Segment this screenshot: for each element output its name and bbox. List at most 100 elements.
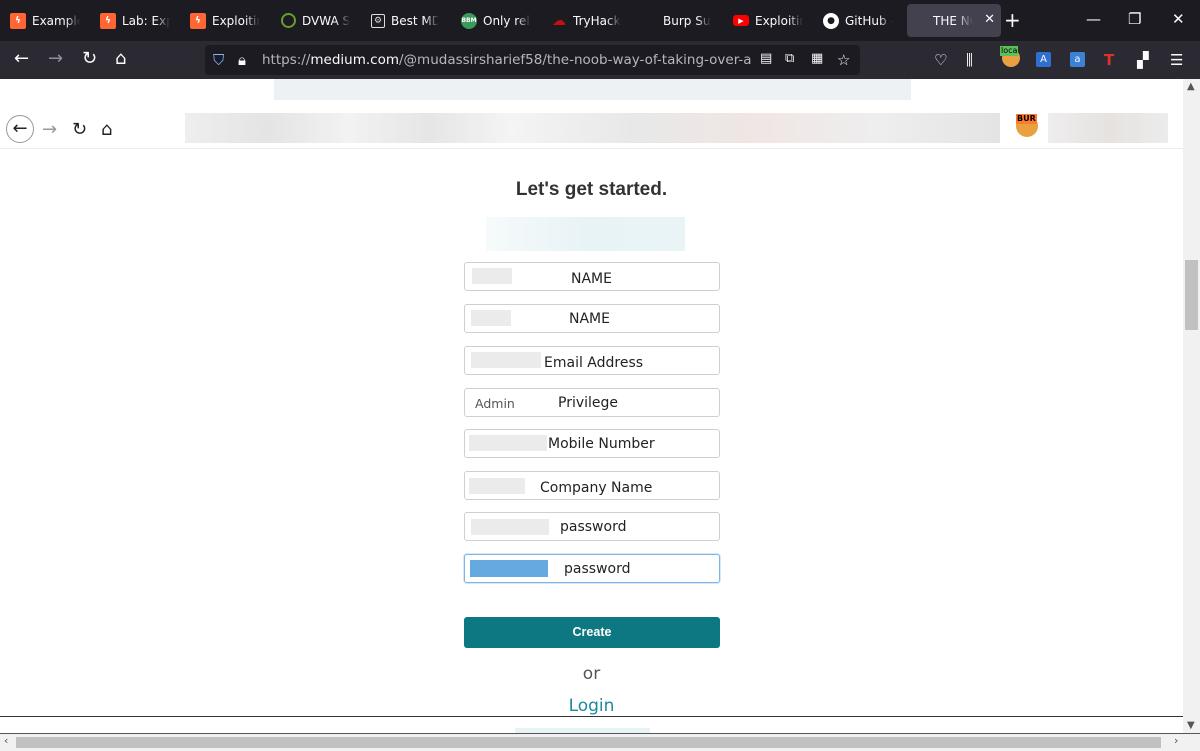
redacted-value <box>471 352 541 368</box>
url-text[interactable]: https://medium.com/@mudassirsharief58/th… <box>262 52 752 68</box>
translator-extension-icon[interactable]: a <box>1070 52 1085 67</box>
field-label: password <box>560 519 627 535</box>
redacted-value <box>471 310 511 326</box>
redacted-value <box>472 268 512 284</box>
window-close-icon[interactable]: ✕ <box>1172 10 1185 28</box>
field-label: NAME <box>571 271 612 287</box>
horizontal-scroll-thumb[interactable] <box>16 737 1161 748</box>
company-name-field[interactable]: Company Name <box>464 471 720 500</box>
mobile-number-field[interactable]: Mobile Number <box>464 429 720 458</box>
redacted-value <box>471 519 549 535</box>
tab-5[interactable]: ⚙ Best MD5 <box>371 4 449 37</box>
redacted-value <box>469 478 525 494</box>
login-link-label[interactable]: Login <box>569 696 615 716</box>
privilege-field[interactable]: Admin Privilege <box>464 388 720 417</box>
close-tab-icon[interactable]: ✕ <box>984 12 995 27</box>
last-name-field[interactable]: NAME <box>464 304 720 333</box>
tampermonkey-extension-icon[interactable]: T <box>1104 51 1114 69</box>
shield-icon[interactable]: ⛉ <box>213 51 224 69</box>
inner-reload-icon[interactable]: ↻ <box>72 119 87 140</box>
burp-lightning-icon: ϟ <box>10 12 26 29</box>
inner-forward-icon[interactable]: → <box>42 119 57 140</box>
translate-icon[interactable]: ⧉ <box>785 51 794 66</box>
screenshot-browser-toolbar: ← → ↻ ⌂ BUR <box>0 110 1183 149</box>
field-label: Company Name <box>540 480 653 496</box>
tab-title: Best MD5 <box>391 13 439 28</box>
scroll-left-icon[interactable]: ‹ <box>4 734 8 747</box>
tab-2[interactable]: ϟ Lab: Explo <box>100 4 178 37</box>
reload-icon[interactable]: ↻ <box>82 49 97 69</box>
tab-title: Burp Suite <box>663 13 711 28</box>
inner-home-icon[interactable]: ⌂ <box>101 119 112 140</box>
new-tab-button[interactable]: + <box>1004 10 1021 30</box>
redacted-subtitle <box>486 217 685 251</box>
scroll-up-icon[interactable]: ▲ <box>1187 81 1195 92</box>
login-link[interactable]: Login <box>0 696 1183 716</box>
selected-redacted-value <box>470 560 548 577</box>
privilege-value: Admin <box>475 396 515 411</box>
page-title: Let's get started. <box>515 179 668 200</box>
or-separator: or <box>582 664 601 684</box>
burp-lightning-icon: ϟ <box>190 12 206 29</box>
scroll-down-icon[interactable]: ▼ <box>1187 720 1195 731</box>
extension-badge: BUR <box>1016 114 1037 124</box>
tab-title: GitHub - p <box>845 13 893 28</box>
pocket-icon[interactable]: ♡ <box>934 51 947 69</box>
tab-active[interactable]: THE NO ✕ <box>907 4 1001 37</box>
menu-icon[interactable]: ☰ <box>1170 51 1183 69</box>
inner-back-icon[interactable]: ← <box>6 115 34 143</box>
home-icon[interactable]: ⌂ <box>115 49 126 69</box>
tab-8[interactable]: Burp Suite <box>641 4 719 37</box>
tab-4[interactable]: DVWA Sec <box>281 4 359 37</box>
youtube-icon: ▶ <box>733 15 749 26</box>
create-button[interactable]: Create <box>464 617 720 648</box>
field-label: NAME <box>569 311 610 327</box>
vertical-scrollbar[interactable] <box>1183 79 1200 733</box>
github-icon: ● <box>823 12 839 29</box>
forward-icon[interactable]: → <box>48 49 63 69</box>
qr-code-icon[interactable]: ▦ <box>811 51 823 66</box>
tab-10[interactable]: ● GitHub - p <box>823 4 901 37</box>
vertical-scroll-thumb[interactable] <box>1185 260 1198 330</box>
field-label: Email Address <box>544 355 644 371</box>
tryhackme-icon: ☁ <box>552 12 566 29</box>
tab-title: TryHackM <box>573 13 621 28</box>
bookmark-star-icon[interactable]: ☆ <box>837 51 850 69</box>
redacted-toolbar-area <box>1048 113 1168 143</box>
redacted-address-bar <box>185 113 1000 143</box>
tab-title: Exploiting <box>212 13 260 28</box>
password-field[interactable]: password <box>464 512 720 541</box>
field-label: password <box>564 561 631 577</box>
tab-9[interactable]: ▶ Exploiting <box>733 4 811 37</box>
tab-3[interactable]: ϟ Exploiting <box>190 4 268 37</box>
tab-title: Lab: Explo <box>122 13 170 28</box>
tab-title: Exploiting <box>755 13 803 28</box>
tab-title: Examples <box>32 13 80 28</box>
dvwa-icon <box>281 13 296 28</box>
page-top-strip <box>274 79 911 100</box>
restore-icon[interactable]: ❐ <box>1128 10 1141 28</box>
first-name-field[interactable]: NAME <box>464 262 720 291</box>
tab-title: THE NO <box>933 13 973 28</box>
scroll-right-icon[interactable]: › <box>1174 734 1178 747</box>
page-divider <box>0 716 1183 717</box>
tab-7[interactable]: ☁ TryHackM <box>551 4 629 37</box>
tab-6[interactable]: BBM Only relat <box>461 4 539 37</box>
field-label: Privilege <box>558 395 619 411</box>
reader-view-icon[interactable]: ▤ <box>760 51 772 66</box>
tab-title: DVWA Sec <box>302 13 350 28</box>
url-bar[interactable]: ⛉ 🔒︎ https://medium.com/@mudassirsharief… <box>205 45 860 75</box>
navigation-toolbar: ← → ↻ ⌂ ⛉ 🔒︎ https://medium.com/@mudassi… <box>0 41 1200 79</box>
back-icon[interactable]: ← <box>14 49 29 69</box>
extensions-icon[interactable]: ▞ <box>1137 51 1149 69</box>
confirm-password-field[interactable]: password <box>464 554 720 583</box>
tab-1[interactable]: ϟ Examples <box>10 4 88 37</box>
tab-strip: ϟ Examples ϟ Lab: Explo ϟ Exploiting DVW… <box>0 0 1200 41</box>
minimize-icon[interactable]: — <box>1086 10 1101 28</box>
lock-icon[interactable]: 🔒︎ <box>238 51 246 69</box>
extension-badge: loca <box>1000 46 1019 56</box>
email-field[interactable]: Email Address <box>464 346 720 375</box>
library-icon[interactable]: ⫼ <box>966 51 973 69</box>
md5-icon: ⚙ <box>371 13 385 28</box>
translate-extension-icon[interactable]: A <box>1036 52 1051 67</box>
